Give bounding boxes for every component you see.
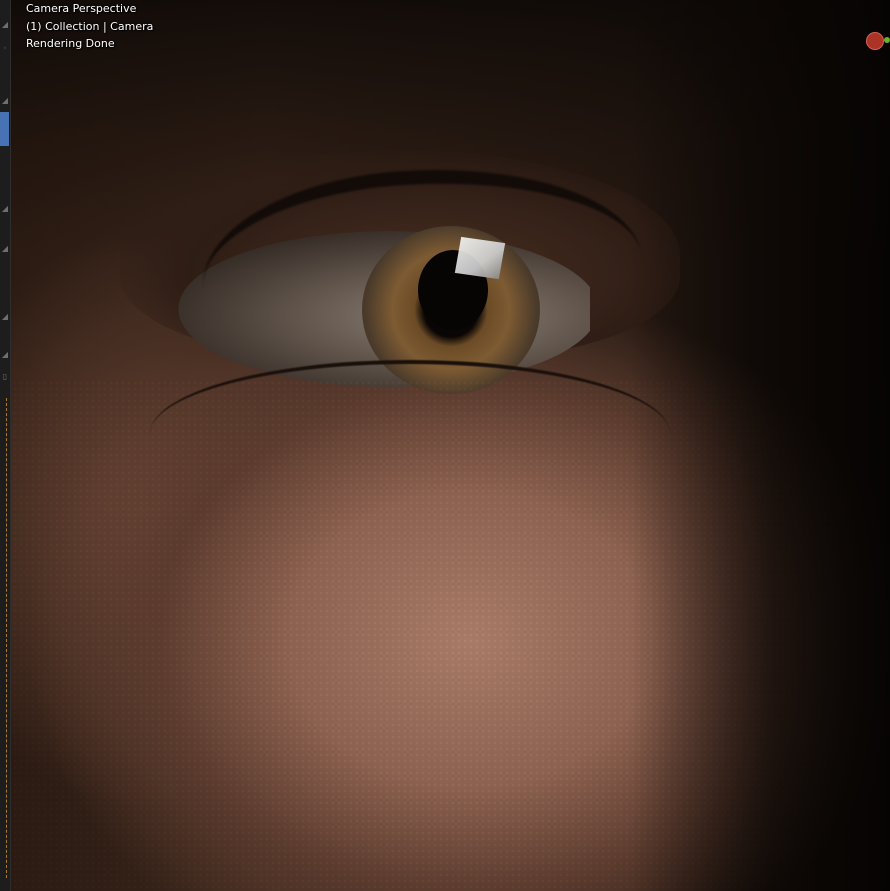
toolbar-corner-icon-4[interactable]: ◢ bbox=[0, 312, 10, 322]
navigation-gizmo-y-axis-icon[interactable] bbox=[884, 37, 890, 43]
toolbar-corner-icon-5[interactable]: ◢ bbox=[0, 350, 10, 360]
toolbar-active-tool-button[interactable] bbox=[0, 112, 9, 146]
viewport-toolbar-strip[interactable]: ◢ ◦ ◢ ◢ ◢ ◢ ◢ ▯ bbox=[0, 0, 11, 891]
3d-viewport[interactable]: ◢ ◦ ◢ ◢ ◢ ◢ ◢ ▯ Camera Perspective (1) C… bbox=[0, 0, 890, 891]
navigation-gizmo-x-axis-icon[interactable] bbox=[866, 32, 884, 50]
viewport-render-status: Rendering Done bbox=[26, 37, 115, 50]
toolbar-corner-icon[interactable]: ◢ bbox=[0, 96, 10, 106]
viewport-mode-label: Camera Perspective bbox=[26, 2, 137, 15]
render-right-shadow bbox=[630, 0, 890, 891]
toolbar-expand-icon[interactable]: ◢ bbox=[0, 20, 10, 30]
toolbar-corner-icon-3[interactable]: ◢ bbox=[0, 244, 10, 254]
viewport-collection-label: (1) Collection | Camera bbox=[26, 19, 154, 33]
toolbar-panel-icon[interactable]: ▯ bbox=[0, 372, 10, 382]
toolbar-region-border bbox=[6, 398, 7, 878]
toolbar-tool-icon[interactable]: ◦ bbox=[0, 44, 10, 54]
toolbar-corner-icon-2[interactable]: ◢ bbox=[0, 204, 10, 214]
viewport-info-overlay: Camera Perspective (1) Collection | Came… bbox=[26, 0, 153, 53]
